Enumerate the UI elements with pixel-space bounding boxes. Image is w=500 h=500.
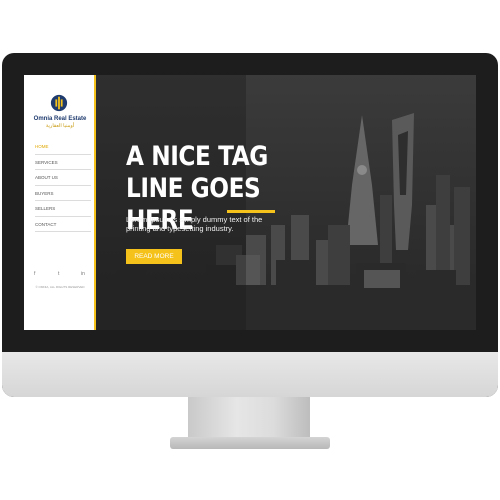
copyright-text: © OMNIA, ALL RIGHTS RESERVED [35,285,85,289]
hero-section: A NICE TAG LINE GOES HERE Lorem Ipsum is… [96,75,476,330]
linkedin-icon[interactable]: in [81,271,85,277]
hero-description: Lorem Ipsum is simply dummy text of the … [126,215,263,233]
monitor-stand [188,397,310,439]
nav-item-sellers[interactable]: Sellers [35,201,91,217]
nav-item-services[interactable]: Services [35,155,91,170]
brand-name: Omnia Real Estate [33,116,87,122]
website-screen: Omnia Real Estate أومنيا العقارية Home S… [24,75,476,330]
omnia-logo-icon [50,94,68,112]
nav-item-buyers[interactable]: Buyers [35,186,91,201]
sidebar: Omnia Real Estate أومنيا العقارية Home S… [24,75,96,330]
hero-title-line-1: A NICE TAG [126,141,268,172]
brand-name-arabic: أومنيا العقارية [45,123,75,129]
twitter-icon[interactable]: t [58,271,59,277]
facebook-icon[interactable]: f [34,271,35,277]
nav-item-about-us[interactable]: About Us [35,170,91,186]
monitor-stand-base [170,437,330,449]
read-more-button[interactable]: READ MORE [126,249,182,264]
nav-item-home[interactable]: Home [35,139,91,155]
social-links: f t in [34,271,88,281]
monitor-chin [2,352,498,397]
nav-item-contact[interactable]: Contact [35,217,91,232]
title-underline [227,210,275,213]
main-nav: Home Services About Us Buyers Sellers Co… [35,139,91,232]
